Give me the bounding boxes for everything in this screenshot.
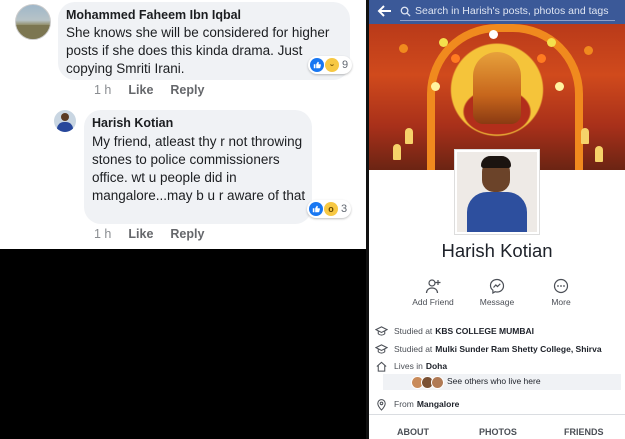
reply-bubble: Harish Kotian My friend, atleast thy r n… xyxy=(84,110,312,224)
messenger-icon xyxy=(489,278,505,294)
reply-text: My friend, atleast thy r not throwing st… xyxy=(92,134,306,203)
search-placeholder: Search in Harish's posts, photos and tag… xyxy=(415,5,609,17)
reply-time: 1 h xyxy=(94,227,112,241)
reaction-count: 3 xyxy=(341,203,348,215)
profile-picture[interactable] xyxy=(455,150,539,234)
message-label: Message xyxy=(479,297,515,307)
more-label: More xyxy=(551,297,571,307)
reply-avatar[interactable] xyxy=(54,110,76,132)
commenter-avatar[interactable] xyxy=(15,4,51,40)
add-friend-icon xyxy=(425,279,441,294)
like-reaction-icon xyxy=(309,202,323,216)
haha-reaction-icon: ᵕ xyxy=(325,58,339,72)
graduation-cap-icon xyxy=(375,325,388,336)
graduation-cap-icon xyxy=(375,343,388,354)
info-prefix: Studied at xyxy=(394,326,433,336)
info-education-2[interactable]: Studied at Mulki Sunder Ram Shetty Colle… xyxy=(375,342,602,356)
message-button[interactable]: Message xyxy=(467,278,527,307)
add-friend-label: Add Friend xyxy=(412,297,454,307)
info-lives-in[interactable]: Lives in Doha xyxy=(375,359,447,373)
add-friend-button[interactable]: Add Friend xyxy=(403,278,463,307)
home-icon xyxy=(376,361,387,372)
see-others-label: See others who live here xyxy=(447,376,541,386)
profile-screen: Search in Harish's posts, photos and tag… xyxy=(369,0,625,439)
more-icon xyxy=(553,278,569,294)
tab-friends[interactable]: FRIENDS xyxy=(564,427,604,437)
cover-photo[interactable] xyxy=(369,24,625,170)
friend-faces xyxy=(411,376,444,389)
comment-time: 1 h xyxy=(94,83,112,97)
comment-author[interactable]: Mohammed Faheem Ibn Iqbal xyxy=(66,8,241,22)
info-value[interactable]: Doha xyxy=(426,361,447,371)
search-input[interactable]: Search in Harish's posts, photos and tag… xyxy=(400,2,615,21)
search-icon xyxy=(400,6,411,17)
like-reaction-icon xyxy=(310,58,324,72)
reaction-summary[interactable]: o 3 xyxy=(307,200,352,218)
profile-actions: Add Friend Message More xyxy=(405,278,595,310)
info-prefix: Lives in xyxy=(394,361,423,371)
reaction-count: 9 xyxy=(342,59,349,71)
reply-meta: 1 h Like Reply xyxy=(94,227,204,241)
comments-panel: Mohammed Faheem Ibn Iqbal She knows she … xyxy=(0,0,366,249)
info-prefix: From xyxy=(394,399,414,409)
back-arrow-icon[interactable] xyxy=(377,3,393,19)
reaction-summary[interactable]: ᵕ 9 xyxy=(308,56,353,74)
see-others-button[interactable]: See others who live here xyxy=(383,374,621,390)
profile-name: Harish Kotian xyxy=(441,240,553,261)
tab-about[interactable]: ABOUT xyxy=(397,427,429,437)
comment-bubble: Mohammed Faheem Ibn Iqbal She knows she … xyxy=(58,2,350,80)
tab-photos[interactable]: PHOTOS xyxy=(479,427,517,437)
comment-text: She knows she will be considered for hig… xyxy=(66,25,330,76)
info-value[interactable]: KBS COLLEGE MUMBAI xyxy=(435,326,534,336)
like-button[interactable]: Like xyxy=(128,83,153,97)
reply-author[interactable]: Harish Kotian xyxy=(92,116,173,130)
like-button[interactable]: Like xyxy=(128,227,153,241)
comment-meta: 1 h Like Reply xyxy=(94,83,204,97)
reply-button[interactable]: Reply xyxy=(170,227,204,241)
info-value[interactable]: Mangalore xyxy=(417,399,460,409)
wow-reaction-icon: o xyxy=(324,202,338,216)
info-education-1[interactable]: Studied at KBS COLLEGE MUMBAI xyxy=(375,324,534,338)
info-from[interactable]: From Mangalore xyxy=(375,397,459,411)
reply-button[interactable]: Reply xyxy=(170,83,204,97)
more-button[interactable]: More xyxy=(531,278,591,307)
location-pin-icon xyxy=(377,398,386,411)
info-value[interactable]: Mulki Sunder Ram Shetty College, Shirva xyxy=(435,344,601,354)
top-bar: Search in Harish's posts, photos and tag… xyxy=(369,0,625,24)
profile-tabs: ABOUT PHOTOS FRIENDS xyxy=(369,414,625,439)
info-prefix: Studied at xyxy=(394,344,433,354)
